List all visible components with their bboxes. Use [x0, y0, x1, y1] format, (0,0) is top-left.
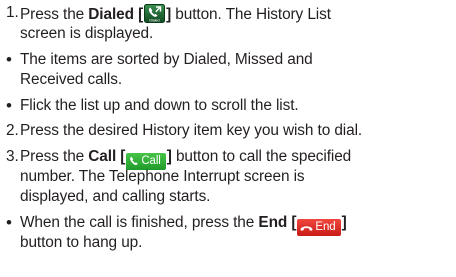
bullet-symbol: •	[6, 213, 12, 232]
step-number: 3.	[6, 148, 19, 165]
call-button-label: Call	[141, 155, 161, 167]
step-number: 1.	[6, 4, 19, 21]
phone-handset-icon	[130, 156, 139, 166]
step-text: Press the Call [Call] button to call the…	[20, 148, 351, 170]
end-button-label: End	[315, 221, 336, 233]
dialed-icon-caption: Dialed	[150, 18, 160, 22]
step-number: 2.	[6, 122, 19, 139]
call-label: Call	[88, 148, 117, 165]
dialed-history-icon: Dialed	[144, 4, 166, 23]
bullet-text: When the call is finished, press the End…	[20, 214, 347, 236]
hang-up-icon	[300, 226, 313, 231]
end-button: End	[297, 219, 341, 236]
instruction-document: 1. Press the Dialed [ Dialed ] button. T…	[6, 4, 363, 251]
step-text: Press the Dialed [ Dialed ] button. The …	[20, 4, 331, 23]
bullet-symbol: •	[6, 50, 12, 69]
bullet-symbol: •	[6, 96, 12, 115]
end-label: End	[258, 214, 288, 231]
dialed-label: Dialed	[88, 6, 134, 23]
